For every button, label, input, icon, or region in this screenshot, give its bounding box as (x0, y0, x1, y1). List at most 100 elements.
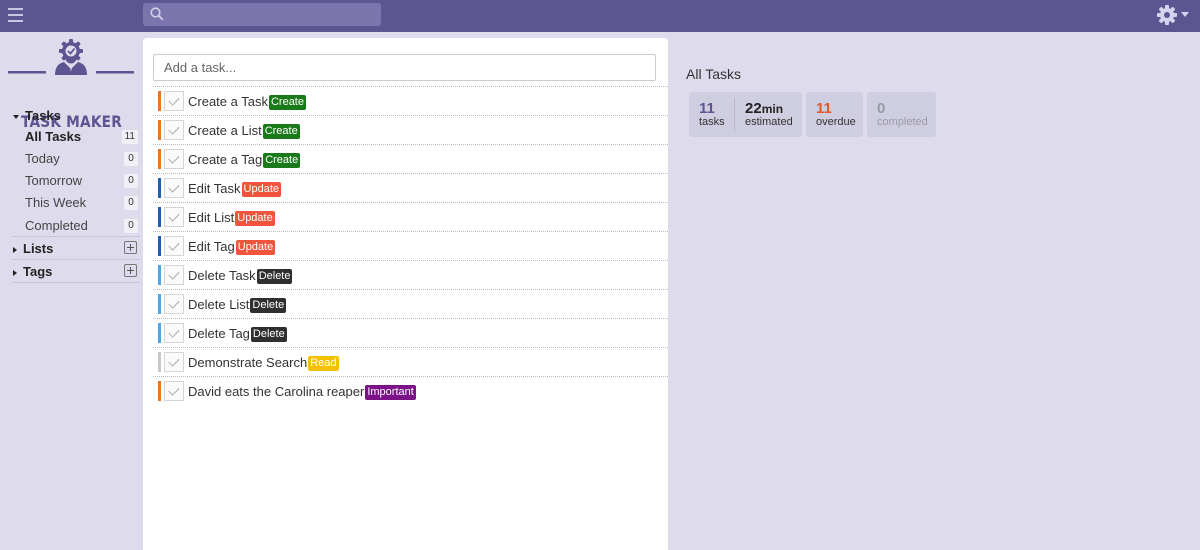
task-checkbox[interactable] (164, 381, 184, 401)
divider (12, 236, 140, 237)
completed-value: 0 (877, 100, 886, 117)
priority-bar (158, 120, 161, 140)
count-badge: 0 (124, 152, 138, 166)
sidebar: TASK MAKER Tasks All Tasks 11 Today 0 To… (0, 32, 143, 550)
sidebar-item-completed[interactable]: Completed 0 (12, 215, 140, 236)
tags-section-label: Tags (23, 264, 53, 279)
tags-section-header[interactable]: Tags (13, 264, 52, 279)
sidebar-item-label: Today (25, 151, 60, 166)
completed-stat: 0 completed (867, 92, 936, 137)
task-row[interactable]: Delete Tag Delete (153, 318, 668, 347)
task-count-caption: tasks (699, 116, 725, 128)
tag-badge[interactable]: Delete (256, 269, 293, 284)
search-input[interactable] (171, 3, 376, 26)
overdue-stat-inner: 11 overdue (806, 92, 863, 137)
task-checkbox[interactable] (164, 207, 184, 227)
task-title[interactable]: Delete List Delete (188, 297, 287, 313)
task-title[interactable]: Create a List Create (188, 123, 300, 139)
priority-bar (158, 149, 161, 169)
search-box[interactable] (143, 3, 381, 26)
tag-badge[interactable]: Delete (250, 298, 287, 313)
task-checkbox[interactable] (164, 149, 184, 169)
tag-badge[interactable]: Read (308, 356, 339, 371)
task-checkbox[interactable] (164, 236, 184, 256)
tag-badge[interactable]: Important (365, 385, 416, 400)
tag-badge[interactable]: Update (235, 240, 276, 255)
stats-title: All Tasks (686, 66, 741, 82)
tag-badge[interactable]: Create (268, 95, 306, 110)
sidebar-item-all-tasks[interactable]: All Tasks 11 (12, 126, 140, 147)
count-badge: 0 (124, 219, 138, 233)
task-row[interactable]: Demonstrate Search Read (153, 347, 668, 376)
task-count-stat: 11 tasks (689, 92, 734, 137)
task-checkbox[interactable] (164, 294, 184, 314)
sidebar-item-label: Completed (25, 218, 88, 233)
priority-bar (158, 323, 161, 343)
priority-bar (158, 236, 161, 256)
add-list-button[interactable] (124, 241, 137, 254)
task-checkbox[interactable] (164, 265, 184, 285)
caret-right-icon (13, 246, 17, 253)
task-title[interactable]: Demonstrate Search Read (188, 355, 339, 371)
sidebar-item-label: Tomorrow (25, 173, 83, 188)
tag-badge[interactable]: Update (235, 211, 275, 226)
task-title[interactable]: Delete Tag Delete (188, 326, 287, 342)
add-task-input[interactable] (153, 54, 656, 81)
sidebar-item-today[interactable]: Today 0 (12, 148, 140, 169)
estimated-time-stat: 22min estimated (735, 92, 802, 137)
task-panel: Create a TaskCreate Create a ListCreate … (143, 38, 668, 550)
priority-bar (158, 352, 161, 372)
overdue-caption: overdue (816, 116, 856, 128)
tag-badge[interactable]: Update (241, 182, 281, 197)
task-checkbox[interactable] (164, 120, 184, 140)
tasks-estimate-summary: 11 tasks 22min estimated (689, 92, 802, 137)
task-title[interactable]: Delete Task Delete (188, 268, 293, 284)
tasks-section-header[interactable]: Tasks (13, 108, 61, 123)
hamburger-menu-icon[interactable] (8, 8, 23, 22)
caret-down-icon (13, 114, 19, 119)
task-row[interactable]: Edit Task Update (153, 173, 668, 202)
task-title[interactable]: Create a Tag Create (188, 152, 301, 168)
task-title-text: Delete List (188, 297, 250, 312)
task-checkbox[interactable] (164, 323, 184, 343)
task-title-text: Create a Task (188, 94, 268, 109)
tag-badge[interactable]: Delete (250, 327, 287, 342)
task-count-value: 11 (699, 100, 715, 117)
settings-menu[interactable] (1156, 4, 1190, 26)
task-checkbox[interactable] (164, 91, 184, 111)
task-row[interactable]: Edit List Update (153, 202, 668, 231)
task-row[interactable]: Create a List Create (153, 115, 668, 144)
task-title[interactable]: Edit Tag Update (188, 239, 276, 255)
task-row[interactable]: Edit Tag Update (153, 231, 668, 260)
sidebar-item-this-week[interactable]: This Week 0 (12, 192, 140, 213)
tag-badge[interactable]: Create (262, 124, 300, 139)
task-title[interactable]: Create a Task Create (188, 94, 306, 110)
task-title-text: Create a Tag (188, 152, 263, 167)
task-checkbox[interactable] (164, 352, 184, 372)
divider (12, 259, 140, 260)
completed-stat-inner: 0 completed (867, 92, 936, 137)
count-badge: 11 (121, 130, 138, 144)
gear-icon (1157, 5, 1177, 25)
lists-section-header[interactable]: Lists (13, 241, 53, 256)
task-title[interactable]: Edit List Update (188, 210, 275, 226)
sidebar-item-label: All Tasks (25, 129, 82, 144)
priority-bar (158, 178, 161, 198)
sidebar-item-tomorrow[interactable]: Tomorrow 0 (12, 170, 140, 191)
task-row[interactable]: Create a Tag Create (153, 144, 668, 173)
task-row[interactable]: Delete List Delete (153, 289, 668, 318)
task-row[interactable]: Create a Task Create (153, 86, 668, 115)
tag-badge[interactable]: Create (263, 153, 301, 168)
task-checkbox[interactable] (164, 178, 184, 198)
task-title-text: David eats the Carolina reaper (188, 384, 365, 399)
priority-bar (158, 207, 161, 227)
task-title-text: Delete Tag (188, 326, 250, 341)
add-tag-button[interactable] (124, 264, 137, 277)
chevron-down-icon (1181, 12, 1189, 17)
task-title[interactable]: Edit Task Update (188, 181, 281, 197)
task-row[interactable]: David eats the Carolina reaper Important (153, 376, 668, 405)
priority-bar (158, 91, 161, 111)
task-maker-logo (8, 39, 134, 75)
task-title[interactable]: David eats the Carolina reaper Important (188, 384, 416, 400)
task-row[interactable]: Delete Task Delete (153, 260, 668, 289)
